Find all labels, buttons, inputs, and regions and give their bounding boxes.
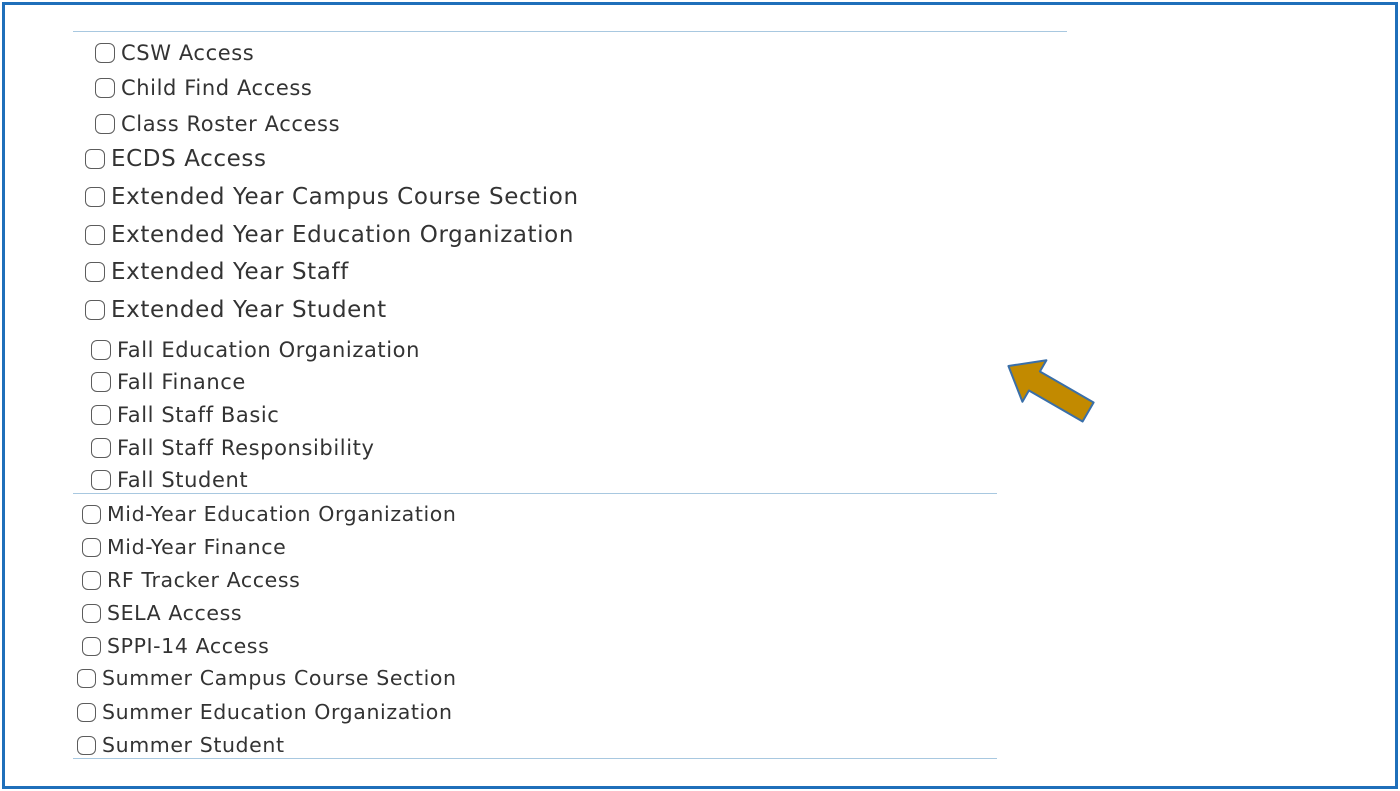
checkbox[interactable]	[85, 262, 105, 282]
checkbox-label: Fall Staff Basic	[117, 403, 280, 427]
checkbox[interactable]	[91, 405, 111, 425]
checkbox-item-fall-staff-responsibility[interactable]: Fall Staff Responsibility	[91, 436, 375, 460]
checkbox[interactable]	[82, 504, 101, 524]
checkbox-label: Fall Staff Responsibility	[117, 436, 375, 460]
section-divider	[73, 493, 997, 494]
screenshot-frame: CSW Access Child Find Access Class Roste…	[2, 2, 1398, 789]
checkbox-item-extended-year-student[interactable]: Extended Year Student	[85, 297, 387, 323]
checkbox-item-mid-year-finance[interactable]: Mid-Year Finance	[82, 535, 286, 559]
checkbox-label: Summer Campus Course Section	[102, 666, 457, 690]
checkbox-label: Summer Education Organization	[102, 700, 453, 724]
checkbox-item-csw-access[interactable]: CSW Access	[95, 41, 254, 65]
checkbox-item-ecds-access[interactable]: ECDS Access	[85, 146, 267, 172]
checkbox-item-extended-year-staff[interactable]: Extended Year Staff	[85, 259, 349, 285]
checkbox-item-child-find-access[interactable]: Child Find Access	[95, 76, 312, 100]
checkbox[interactable]	[77, 735, 96, 755]
checkbox[interactable]	[91, 372, 111, 392]
checkbox[interactable]	[85, 149, 105, 169]
checkbox-label: Mid-Year Education Organization	[107, 502, 457, 526]
checkbox[interactable]	[85, 187, 105, 207]
checkbox-item-fall-finance[interactable]: Fall Finance	[91, 370, 246, 394]
checkbox-label: Fall Education Organization	[117, 338, 421, 362]
checkbox-label: CSW Access	[121, 41, 255, 65]
checkbox-label: Fall Finance	[117, 370, 246, 394]
checkbox-item-summer-campus-course-section[interactable]: Summer Campus Course Section	[77, 666, 457, 690]
checkbox-label: Extended Year Student	[111, 297, 387, 323]
checkbox[interactable]	[82, 636, 101, 656]
checkbox-item-extended-year-campus-course-section[interactable]: Extended Year Campus Course Section	[85, 184, 579, 210]
checkbox-item-fall-education-organization[interactable]: Fall Education Organization	[91, 338, 420, 362]
checkbox-item-class-roster-access[interactable]: Class Roster Access	[95, 112, 340, 136]
checkbox-label: SELA Access	[107, 601, 243, 625]
checkbox[interactable]	[95, 43, 115, 63]
pointer-arrow-icon	[1007, 359, 1095, 423]
checkbox-item-extended-year-education-organization[interactable]: Extended Year Education Organization	[85, 222, 574, 248]
checkbox-label: SPPI-14 Access	[107, 634, 270, 658]
checkbox[interactable]	[91, 438, 111, 458]
arrow-shape	[1007, 359, 1095, 423]
checkbox-item-fall-student[interactable]: Fall Student	[91, 468, 248, 492]
checkbox[interactable]	[77, 702, 96, 722]
checkbox[interactable]	[91, 470, 111, 490]
checkbox-label: Extended Year Staff	[111, 259, 349, 285]
checkbox-label: Class Roster Access	[121, 112, 341, 136]
checkbox[interactable]	[82, 603, 101, 623]
checkbox-item-sppi-14-access[interactable]: SPPI-14 Access	[82, 634, 269, 658]
checkbox-label: Fall Student	[117, 468, 249, 492]
checkbox-label: Mid-Year Finance	[107, 535, 287, 559]
checkbox[interactable]	[95, 114, 115, 134]
checkbox-label: ECDS Access	[111, 146, 267, 172]
checkbox-item-mid-year-education-organization[interactable]: Mid-Year Education Organization	[82, 502, 457, 526]
checkbox[interactable]	[91, 340, 111, 360]
checkbox-label: Extended Year Campus Course Section	[111, 184, 579, 210]
checkbox[interactable]	[85, 225, 105, 245]
checkbox-item-sela-access[interactable]: SELA Access	[82, 601, 242, 625]
bottom-divider	[73, 758, 997, 759]
checkbox[interactable]	[82, 537, 101, 557]
checkbox-label: Child Find Access	[121, 76, 313, 100]
checkbox-label: Extended Year Education Organization	[111, 222, 575, 248]
checkbox[interactable]	[95, 78, 115, 98]
checkbox-item-summer-education-organization[interactable]: Summer Education Organization	[77, 700, 453, 724]
top-divider	[73, 31, 1067, 32]
checkbox[interactable]	[82, 570, 101, 590]
checkbox-label: Summer Student	[102, 733, 285, 757]
checkbox[interactable]	[85, 300, 105, 320]
checkbox-label: RF Tracker Access	[107, 568, 301, 592]
checkbox[interactable]	[77, 668, 96, 688]
checkbox-item-summer-student[interactable]: Summer Student	[77, 733, 285, 757]
checkbox-item-rf-tracker-access[interactable]: RF Tracker Access	[82, 568, 300, 592]
checkbox-item-fall-staff-basic[interactable]: Fall Staff Basic	[91, 403, 279, 427]
